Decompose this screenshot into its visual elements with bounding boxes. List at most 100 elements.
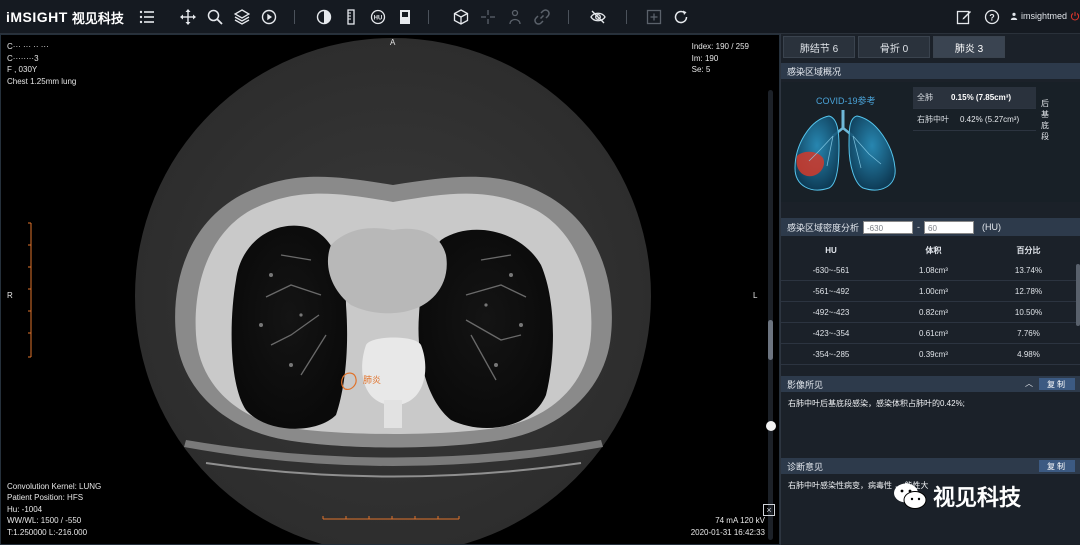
collapse-icon[interactable]: ︿ bbox=[1025, 378, 1033, 389]
overview-section-title: 感染区域概况 bbox=[781, 63, 1080, 79]
add-icon[interactable] bbox=[645, 8, 663, 26]
lesion-label[interactable]: 肺炎 bbox=[363, 375, 381, 387]
hu-text: Hu: -1004 bbox=[7, 504, 43, 514]
hu-min-input[interactable]: -630 bbox=[863, 220, 914, 234]
hu-icon[interactable]: HU bbox=[369, 8, 387, 26]
table-row[interactable]: -492~-423 0.82cm³ 10.50% bbox=[781, 302, 1080, 323]
cell-hu: -354~-285 bbox=[812, 349, 850, 359]
density-analysis-bar: 感染区域密度分析 -630 - 60 (HU) bbox=[781, 218, 1080, 236]
copy-diagnosis-button[interactable]: 复制 bbox=[1039, 460, 1075, 472]
slice-scrollbar-thumb[interactable] bbox=[768, 320, 773, 360]
findings-section-title: 影像所见 bbox=[781, 376, 1080, 392]
edit-icon[interactable] bbox=[955, 8, 973, 26]
link-icon[interactable] bbox=[533, 8, 551, 26]
column-header-hu: HU bbox=[825, 245, 837, 255]
density-title: 感染区域密度分析 bbox=[787, 222, 860, 233]
hu-unit: (HU) bbox=[982, 222, 1002, 232]
ruler-icon[interactable] bbox=[342, 8, 360, 26]
zoom-icon[interactable] bbox=[206, 8, 224, 26]
stat-key: 全肺 bbox=[917, 93, 933, 102]
hu-max-input[interactable]: 60 bbox=[924, 220, 975, 234]
cell-percent: 4.98% bbox=[1017, 349, 1040, 359]
results-panel: 肺结节 6 骨折 0 肺炎 3 感染区域概况 COVID-19参考 全肺 0.1… bbox=[780, 34, 1080, 545]
stat-row-right-middle-lobe: 右肺中叶 0.42% (5.27cm³) 后基底段 bbox=[913, 99, 1049, 141]
stat-value: 0.15% (7.85cm³) bbox=[951, 93, 1012, 102]
cell-volume: 1.00cm³ bbox=[919, 286, 948, 296]
layers-icon[interactable] bbox=[233, 8, 251, 26]
table-row[interactable]: -561~-492 1.00cm³ 12.78% bbox=[781, 281, 1080, 302]
cell-percent: 10.50% bbox=[1014, 307, 1043, 317]
infection-stats-table: 全肺 0.15% (7.85cm³) 右肺中叶 0.42% (5.27cm³) … bbox=[913, 87, 1049, 141]
stat-row-whole-lung: 全肺 0.15% (7.85cm³) bbox=[913, 87, 1036, 109]
series-description-text: Chest 1.25mm lung bbox=[7, 76, 77, 86]
position-text: Patient Position: HFS bbox=[7, 493, 84, 502]
power-icon[interactable] bbox=[1070, 11, 1080, 21]
window-level-text: WW/WL: 1500 / -550 bbox=[7, 516, 82, 525]
user-name: imsightmed bbox=[1021, 11, 1068, 21]
slice-scrollbar[interactable] bbox=[768, 90, 773, 540]
range-dash: - bbox=[917, 222, 921, 232]
cube-icon[interactable] bbox=[452, 8, 470, 26]
cell-hu: -492~-423 bbox=[812, 307, 850, 317]
toolbar-divider bbox=[568, 10, 569, 24]
table-header: HU 体积 百分比 bbox=[781, 240, 1080, 260]
findings-text[interactable]: 右肺中叶后基底段感染，感染体积占肺叶的0.42%; bbox=[788, 398, 965, 409]
help-icon[interactable]: ? bbox=[983, 8, 1001, 26]
kernel-text: Convolution Kernel: LUNG bbox=[7, 481, 102, 491]
cell-hu: -423~-354 bbox=[812, 328, 850, 338]
exposure-overlay: 74 mA 120 kV 2020-01-31 16:42:33 bbox=[691, 515, 765, 538]
menu-icon[interactable] bbox=[138, 8, 156, 26]
close-icon[interactable]: × bbox=[763, 504, 775, 516]
brand-name: iMSIGHT bbox=[6, 9, 68, 25]
user-icon bbox=[1010, 12, 1018, 20]
column-header-percent: 百分比 bbox=[1016, 245, 1041, 255]
tab-fracture[interactable]: 骨折 0 bbox=[858, 36, 930, 58]
tab-nodule[interactable]: 肺结节 6 bbox=[783, 36, 855, 58]
copy-findings-button[interactable]: 复制 bbox=[1039, 378, 1075, 390]
image-index-overlay: Index: 190 / 259 Im: 190 Se: 5 bbox=[692, 41, 749, 76]
app-logo: iMSIGHT 视见科技 bbox=[6, 8, 124, 26]
refresh-icon[interactable] bbox=[672, 8, 690, 26]
play-icon[interactable] bbox=[260, 8, 278, 26]
anatomy-icon[interactable] bbox=[506, 8, 524, 26]
patient-id-text: C········3 bbox=[7, 53, 39, 63]
svg-text:HU: HU bbox=[374, 16, 383, 22]
image-number-text: Im: 190 bbox=[691, 53, 719, 63]
lung-3d-icon bbox=[794, 110, 896, 191]
cell-percent: 12.78% bbox=[1014, 286, 1043, 296]
ct-scan-image bbox=[28, 38, 651, 544]
pan-icon[interactable] bbox=[179, 8, 197, 26]
toolbar-divider bbox=[294, 10, 295, 24]
column-header-volume: 体积 bbox=[925, 245, 942, 255]
cell-percent: 7.76% bbox=[1017, 328, 1040, 338]
table-scrollbar[interactable] bbox=[1076, 264, 1080, 326]
index-text: Index: 190 / 259 bbox=[691, 42, 749, 51]
table-row[interactable]: -423~-354 0.61cm³ 7.76% bbox=[781, 323, 1080, 344]
table-row[interactable]: -630~-561 1.08cm³ 13.74% bbox=[781, 260, 1080, 281]
density-table: HU 体积 百分比 -630~-561 1.08cm³ 13.74% -561~… bbox=[781, 240, 1080, 365]
slice-slider-knob[interactable] bbox=[766, 421, 776, 431]
document-icon[interactable] bbox=[396, 8, 414, 26]
cell-hu: -630~-561 bbox=[812, 265, 850, 275]
thickness-location-text: T:1.250000 L:-216.000 bbox=[7, 527, 88, 537]
watermark-text: 视见科技 bbox=[933, 485, 1022, 510]
patient-sex-age-text: F , 030Y bbox=[7, 65, 38, 74]
orientation-left: R bbox=[7, 291, 13, 300]
user-menu[interactable]: imsightmed bbox=[1010, 11, 1080, 21]
patient-name-text: C··· ··· ·· ··· bbox=[7, 42, 49, 51]
hide-icon[interactable] bbox=[589, 8, 607, 26]
stat-key: 右肺中叶 bbox=[917, 115, 949, 124]
orientation-top: A bbox=[390, 38, 396, 47]
overview-box: COVID-19参考 全肺 0.15% (7.85cm³) 右肺中叶 0.42%… bbox=[781, 82, 1080, 202]
cell-volume: 1.08cm³ bbox=[919, 265, 948, 275]
orientation-right: L bbox=[753, 291, 758, 300]
table-row[interactable]: -354~-285 0.39cm³ 4.98% bbox=[781, 344, 1080, 365]
crosshair-icon[interactable] bbox=[479, 8, 497, 26]
wechat-icon bbox=[894, 483, 927, 509]
contrast-icon[interactable] bbox=[315, 8, 333, 26]
ct-viewer[interactable]: 肺炎 C··· ··· ·· ··· C········3 F , 030Y C… bbox=[0, 34, 780, 545]
tab-pneumonia[interactable]: 肺炎 3 bbox=[933, 36, 1005, 58]
cell-percent: 13.74% bbox=[1014, 265, 1043, 275]
wechat-watermark: 视见科技 bbox=[893, 480, 1021, 512]
svg-text:?: ? bbox=[989, 13, 995, 23]
